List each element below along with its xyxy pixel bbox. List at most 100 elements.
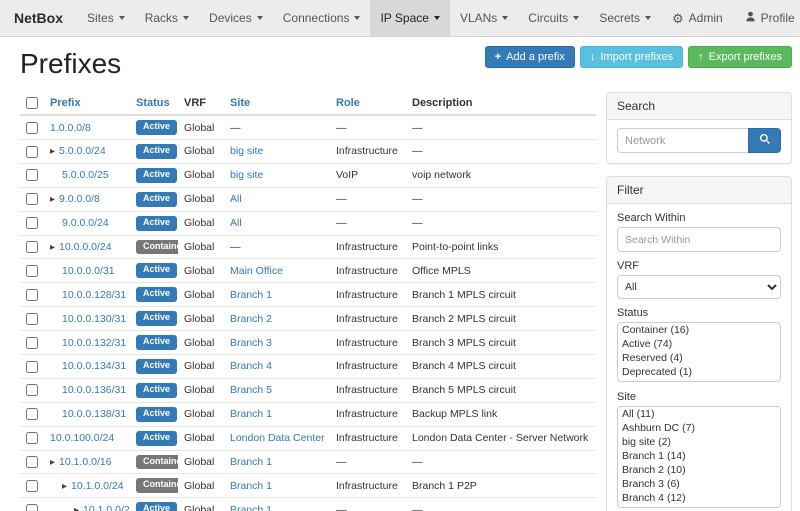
select-option[interactable]: Branch 3 (6) [618, 477, 780, 491]
site-link[interactable]: Branch 5 [230, 384, 272, 396]
search-within-input[interactable] [617, 227, 781, 252]
site-link[interactable]: big site [230, 145, 263, 157]
nav-item-connections[interactable]: Connections [273, 0, 371, 36]
prefix-link[interactable]: 10.0.0.132/31 [62, 337, 126, 349]
vrf-cell: Global [178, 450, 224, 474]
site-link[interactable]: All [230, 193, 242, 205]
site-link[interactable]: Branch 1 [230, 456, 272, 468]
row-checkbox[interactable] [26, 337, 38, 349]
nav-item-devices[interactable]: Devices [199, 0, 273, 36]
column-header-prefix[interactable]: Prefix [44, 92, 130, 115]
row-select-cell [20, 211, 44, 235]
select-option[interactable]: Branch 2 (10) [618, 463, 780, 477]
column-header-role[interactable]: Role [330, 92, 406, 115]
description-cell: London Data Center - Server Network [406, 426, 596, 450]
expand-toggle-icon[interactable]: ▸ [74, 505, 79, 511]
prefix-link[interactable]: 10.0.0.134/31 [62, 360, 126, 372]
row-checkbox[interactable] [26, 408, 38, 420]
nav-item-racks[interactable]: Racks [135, 0, 199, 36]
prefix-link[interactable]: 9.0.0.0/8 [59, 193, 100, 205]
select-option[interactable]: Branch 5 (7) [618, 505, 780, 508]
chevron-down-icon [573, 16, 579, 20]
table-row: ▸5.0.0.0/24ActiveGlobalbig siteInfrastru… [20, 139, 596, 163]
row-checkbox[interactable] [26, 241, 38, 253]
brand-link[interactable]: NetBox [0, 0, 77, 36]
select-option[interactable]: Branch 1 (14) [618, 449, 780, 463]
prefix-link[interactable]: 10.1.0.0/16 [59, 456, 112, 468]
column-header-status[interactable]: Status [130, 92, 178, 115]
row-checkbox[interactable] [26, 217, 38, 229]
vrf-select[interactable]: All [617, 275, 781, 299]
row-checkbox[interactable] [26, 504, 38, 511]
select-option[interactable]: Deprecated (1) [618, 365, 780, 379]
column-header-site[interactable]: Site [224, 92, 330, 115]
row-checkbox[interactable] [26, 456, 38, 468]
row-checkbox[interactable] [26, 122, 38, 134]
export-prefixes-button[interactable]: ↑ Export prefixes [688, 46, 792, 68]
nav-item-secrets[interactable]: Secrets [589, 0, 661, 36]
row-checkbox[interactable] [26, 193, 38, 205]
prefix-link[interactable]: 10.0.0.130/31 [62, 313, 126, 325]
site-link[interactable]: Branch 1 [230, 504, 272, 511]
select-option[interactable]: Container (16) [618, 323, 780, 337]
site-link[interactable]: Branch 2 [230, 313, 272, 325]
select-option[interactable]: Active (74) [618, 337, 780, 351]
prefix-link[interactable]: 10.1.0.0/24 [71, 480, 124, 492]
nav-item-vlans[interactable]: VLANs [450, 0, 518, 36]
select-all-checkbox[interactable] [26, 97, 38, 109]
add-prefix-button[interactable]: + Add a prefix [485, 46, 575, 68]
role-cell: Infrastructure [330, 259, 406, 283]
site-link[interactable]: Branch 3 [230, 337, 272, 349]
row-checkbox[interactable] [26, 289, 38, 301]
expand-toggle-icon[interactable]: ▸ [50, 242, 55, 253]
prefix-link[interactable]: 1.0.0.0/8 [50, 122, 91, 134]
nav-item-admin[interactable]: ⚙ Admin [661, 0, 734, 36]
search-button[interactable] [748, 128, 781, 153]
row-checkbox[interactable] [26, 146, 38, 158]
prefix-link[interactable]: 10.0.100.0/24 [50, 432, 114, 444]
prefix-link[interactable]: 9.0.0.0/24 [62, 217, 109, 229]
prefix-link[interactable]: 10.0.0.0/24 [59, 241, 112, 253]
nav-item-sites[interactable]: Sites [77, 0, 135, 36]
row-checkbox[interactable] [26, 169, 38, 181]
nav-item-profile[interactable]: Profile [734, 0, 800, 36]
select-option[interactable]: All (11) [618, 407, 780, 421]
expand-toggle-icon[interactable]: ▸ [50, 457, 55, 468]
site-link[interactable]: Branch 1 [230, 480, 272, 492]
prefix-cell: 10.0.0.128/31 [44, 283, 130, 307]
select-option[interactable]: big site (2) [618, 435, 780, 449]
select-option[interactable]: Branch 4 (12) [618, 491, 780, 505]
chevron-down-icon [434, 16, 440, 20]
expand-toggle-icon[interactable]: ▸ [50, 146, 55, 157]
prefix-link[interactable]: 5.0.0.0/24 [59, 145, 106, 157]
row-checkbox[interactable] [26, 265, 38, 277]
select-option[interactable]: Reserved (4) [618, 351, 780, 365]
prefix-link[interactable]: 10.1.0.0/25 [83, 504, 130, 511]
search-input[interactable] [617, 128, 748, 153]
import-prefixes-button[interactable]: ↓ Import prefixes [580, 46, 683, 68]
row-checkbox[interactable] [26, 313, 38, 325]
site-link[interactable]: London Data Center [230, 432, 325, 444]
site-link[interactable]: Main Office [230, 265, 283, 277]
prefix-link[interactable]: 10.0.0.128/31 [62, 289, 126, 301]
expand-toggle-icon[interactable]: ▸ [50, 194, 55, 205]
prefix-link[interactable]: 10.0.0.136/31 [62, 384, 126, 396]
row-checkbox[interactable] [26, 432, 38, 444]
row-checkbox[interactable] [26, 361, 38, 373]
row-checkbox[interactable] [26, 384, 38, 396]
prefix-link[interactable]: 10.0.0.0/31 [62, 265, 115, 277]
expand-toggle-icon[interactable]: ▸ [62, 481, 67, 492]
site-link[interactable]: big site [230, 169, 263, 181]
select-option[interactable]: Ashburn DC (7) [618, 421, 780, 435]
site-link[interactable]: Branch 1 [230, 289, 272, 301]
nav-item-circuits[interactable]: Circuits [518, 0, 589, 36]
site-link[interactable]: All [230, 217, 242, 229]
row-checkbox[interactable] [26, 480, 38, 492]
nav-item-ip-space[interactable]: IP Space [370, 0, 449, 36]
prefix-link[interactable]: 10.0.0.138/31 [62, 408, 126, 420]
site-link[interactable]: Branch 4 [230, 360, 272, 372]
status-multiselect[interactable]: Container (16)Active (74)Reserved (4)Dep… [617, 322, 781, 382]
site-link[interactable]: Branch 1 [230, 408, 272, 420]
prefix-link[interactable]: 5.0.0.0/25 [62, 169, 109, 181]
site-multiselect[interactable]: All (11)Ashburn DC (7)big site (2)Branch… [617, 406, 781, 508]
